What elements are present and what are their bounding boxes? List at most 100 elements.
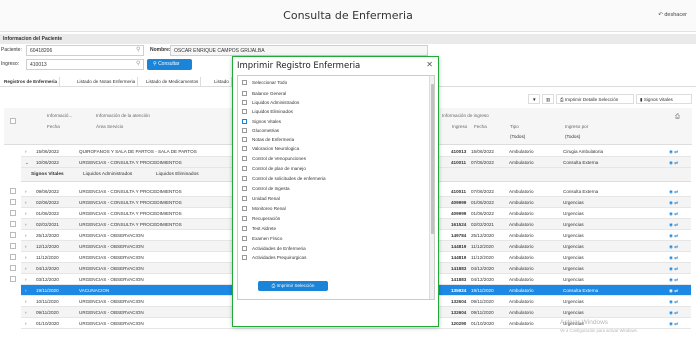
checkbox[interactable]: [242, 196, 247, 201]
view-icon[interactable]: ◉ ⇄: [669, 160, 678, 166]
view-icon[interactable]: ◉ ⇄: [669, 200, 678, 206]
row-checkbox[interactable]: [10, 287, 16, 293]
checkbox[interactable]: [242, 91, 247, 96]
cell-fecha2: 07/06/2022: [471, 160, 494, 165]
cell-servicio: URGENCIAS - CONSULTA Y PROCEDIMIENTOS: [79, 160, 182, 165]
signos-vitales-label: Signos Vitales: [643, 97, 673, 102]
header-ingreso-por[interactable]: Ingreso por: [565, 124, 588, 129]
checkbox[interactable]: [242, 255, 247, 260]
undo-button[interactable]: ↶ deshacer: [658, 12, 687, 18]
checkbox[interactable]: [242, 176, 247, 181]
ingreso-value: 410013: [30, 62, 47, 68]
view-icon[interactable]: ◉ ⇄: [669, 299, 678, 305]
view-icon[interactable]: ◉ ⇄: [669, 189, 678, 195]
view-icon[interactable]: ◉ ⇄: [669, 244, 678, 250]
row-checkbox[interactable]: [10, 243, 16, 249]
paciente-input[interactable]: 60418206: [26, 45, 144, 56]
checkbox[interactable]: [242, 156, 247, 161]
imprimir-seleccion-button[interactable]: ⎙ Imprimir Selección: [258, 281, 328, 291]
row-checkbox[interactable]: [10, 276, 16, 282]
tab-medicamentos[interactable]: Listado de Medicamentos: [144, 77, 202, 87]
cell-servicio: QUIROFANOS Y SALA DE PARTOS - SALA DE PA…: [79, 149, 197, 154]
tab-listado[interactable]: Listado: [212, 77, 232, 87]
print-options-list: Seleccionar Todo Balance General Liquido…: [237, 75, 435, 300]
row-checkbox[interactable]: [10, 188, 16, 194]
view-icon[interactable]: ◉ ⇄: [669, 255, 678, 261]
filter-icon[interactable]: ▼: [528, 94, 540, 104]
checkbox[interactable]: [242, 186, 247, 191]
cell-ingreso: 410013: [451, 149, 467, 154]
view-icon[interactable]: ◉ ⇄: [669, 288, 678, 294]
row-checkbox[interactable]: [10, 210, 16, 216]
paciente-label: Paciente:: [1, 47, 22, 53]
dialog-title: Imprimir Registro Enfermeria: [237, 61, 361, 71]
signos-vitales-button[interactable]: ▮ Signos Vitales: [636, 94, 692, 104]
search-icon[interactable]: ⚲: [136, 60, 140, 67]
cell-ingreso: 410011: [451, 160, 467, 165]
tab-notas[interactable]: Listado de Notas Enfermeria: [75, 77, 139, 87]
patient-section-header: Informacion del Paciente: [0, 34, 696, 44]
header-area-servicio[interactable]: Área Servicio: [96, 124, 123, 129]
checkbox[interactable]: [242, 137, 247, 142]
consultar-button[interactable]: ⚲ Consultar: [147, 59, 192, 70]
checkbox[interactable]: [242, 100, 247, 105]
view-icon[interactable]: ◉ ⇄: [669, 211, 678, 217]
checkbox[interactable]: [242, 236, 247, 241]
filter-ingreso-por[interactable]: (Todos): [565, 134, 580, 139]
print-icon[interactable]: ⎙: [675, 114, 680, 121]
header-fecha2[interactable]: Fecha: [474, 124, 487, 129]
subtab-signos[interactable]: Signos Vitales: [31, 172, 64, 177]
header-fecha[interactable]: Fecha: [47, 124, 60, 129]
checkbox[interactable]: [242, 206, 247, 211]
columns-icon[interactable]: ▥: [542, 94, 554, 104]
cell-ingreso-por: Consulta Externa: [563, 160, 599, 165]
row-checkbox[interactable]: [10, 265, 16, 271]
nombre-value: OSCAR ENRIQUE CAMPOS GRIJALBA: [174, 48, 265, 54]
close-icon[interactable]: ✕: [426, 60, 433, 69]
checkbox[interactable]: [242, 226, 247, 231]
subtab-administrados[interactable]: Liquidos Administrados: [83, 172, 132, 177]
subtab-eliminados[interactable]: Liquidos Eliminados: [156, 172, 199, 177]
header-ingreso[interactable]: Ingreso: [452, 124, 467, 129]
checkbox[interactable]: [242, 146, 247, 151]
row-checkbox[interactable]: [10, 199, 16, 205]
checkbox[interactable]: [242, 166, 247, 171]
ingreso-input[interactable]: 410013: [26, 59, 144, 70]
checkbox[interactable]: [242, 109, 247, 114]
cell-tipo: Ambulatorio: [509, 160, 534, 165]
header-group-atencion: Información de la atención: [96, 113, 150, 118]
view-icon[interactable]: ◉ ⇄: [669, 222, 678, 228]
view-icon[interactable]: ◉ ⇄: [669, 233, 678, 239]
checkbox[interactable]: [242, 80, 247, 85]
view-icon[interactable]: ◉ ⇄: [669, 277, 678, 283]
view-icon[interactable]: ◉ ⇄: [669, 321, 678, 327]
checkbox[interactable]: [242, 119, 247, 124]
cell-tipo: Ambulatorio: [509, 149, 534, 154]
view-icon[interactable]: ◉ ⇄: [669, 149, 678, 155]
collapse-icon[interactable]: ⌄: [25, 160, 29, 166]
header-tipo[interactable]: Tipo: [510, 124, 519, 129]
checkbox[interactable]: [242, 128, 247, 133]
row-checkbox[interactable]: [10, 232, 16, 238]
cell-ingreso-por: Cirugia Ambulatoria: [563, 149, 604, 154]
imprimir-detalle-button[interactable]: ⎙ Imprimir Detalle Selección: [556, 94, 634, 104]
row-checkbox[interactable]: [10, 221, 16, 227]
imprimir-detalle-label: Imprimir Detalle Selección: [564, 97, 619, 102]
view-icon[interactable]: ◉ ⇄: [669, 266, 678, 272]
scroll-thumb[interactable]: [431, 84, 434, 234]
cell-fecha: 10/06/2022: [36, 160, 59, 165]
scrollbar[interactable]: [429, 76, 434, 299]
print-dialog: Imprimir Registro Enfermeria ✕ Seleccion…: [232, 56, 439, 327]
expand-icon[interactable]: ›: [25, 149, 27, 154]
paciente-value: 60418206: [30, 48, 53, 54]
checkbox[interactable]: [242, 246, 247, 251]
checkbox[interactable]: [242, 216, 247, 221]
header-group-info: Informació...: [47, 113, 73, 118]
printer-icon: ⎙: [560, 97, 564, 102]
search-icon[interactable]: ⚲: [136, 46, 140, 53]
cell-fecha2: 15/06/2022: [471, 149, 494, 154]
row-checkbox[interactable]: [10, 254, 16, 260]
filter-tipo[interactable]: (Todos): [510, 134, 525, 139]
view-icon[interactable]: ◉ ⇄: [669, 310, 678, 316]
tab-registros[interactable]: Registros de Enfermeria: [2, 77, 61, 87]
